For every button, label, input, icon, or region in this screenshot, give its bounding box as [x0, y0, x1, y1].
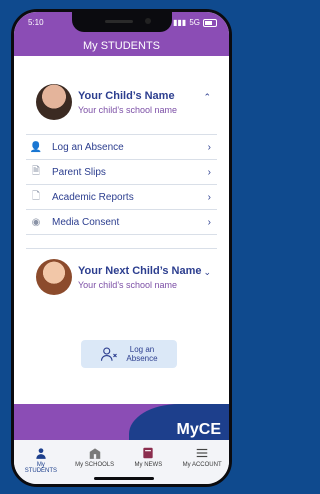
child-card: Your Child’s Name Your child’s school na…: [26, 74, 217, 235]
user-x-icon: [101, 347, 118, 361]
child-school: Your child’s school name: [78, 280, 178, 290]
menu-item-label: Academic Reports: [52, 191, 134, 203]
next-child-card[interactable]: Your Next Child’s Name Your child’s scho…: [26, 248, 217, 309]
menu-item-academic-reports[interactable]: 🗋 Academic Reports ›: [26, 185, 217, 210]
brand-name: MyCE: [176, 421, 221, 438]
user-x-icon: 👤: [29, 141, 43, 153]
news-icon: [143, 447, 154, 459]
avatar: [36, 259, 72, 295]
menu-item-label: Log an Absence: [52, 141, 124, 153]
tab-label: My NEWS: [134, 462, 163, 468]
menu-item-log-absence[interactable]: 👤 Log an Absence ›: [26, 135, 217, 160]
camera-dot-icon: [145, 18, 151, 24]
menu-item-parent-slips[interactable]: 🗎 Parent Slips ›: [26, 160, 217, 185]
chevron-right-icon: ›: [207, 141, 211, 153]
tab-my-news[interactable]: My NEWS: [128, 446, 168, 468]
chevron-up-icon[interactable]: ⌃: [203, 92, 211, 103]
tab-my-account[interactable]: My ACCOUNT: [182, 446, 222, 468]
child-header[interactable]: Your Child’s Name Your child’s school na…: [26, 74, 217, 134]
child-name: Your Child’s Name: [78, 90, 175, 102]
status-time: 5:10: [28, 18, 44, 27]
tab-label: My STUDENTS: [24, 462, 58, 474]
slip-icon: 🗎: [31, 165, 41, 177]
chevron-right-icon: ›: [207, 166, 211, 178]
child-menu: 👤 Log an Absence › 🗎 Parent Slips › 🗋 Ac…: [26, 134, 217, 235]
child-name: Your Next Child’s Name: [78, 265, 202, 277]
phone-notch: [72, 12, 172, 32]
page-title: My STUDENTS: [83, 40, 160, 52]
tab-my-schools[interactable]: My SCHOOLS: [75, 446, 115, 468]
speaker-icon: [105, 20, 133, 23]
camera-icon: ◉: [31, 216, 41, 228]
chevron-right-icon: ›: [207, 191, 211, 203]
network-label: 5G: [189, 18, 200, 27]
chevron-right-icon: ›: [207, 216, 211, 228]
home-indicator: [94, 477, 154, 480]
menu-item-media-consent[interactable]: ◉ Media Consent ›: [26, 210, 217, 235]
tab-my-students[interactable]: My STUDENTS: [21, 446, 61, 474]
chevron-down-icon[interactable]: ⌄: [203, 267, 211, 278]
menu-icon: [196, 448, 208, 458]
signal-icon: ▮▮▮: [173, 18, 187, 27]
log-absence-button[interactable]: Log an Absence: [81, 340, 177, 368]
school-icon: [89, 448, 100, 459]
tab-label: My ACCOUNT: [182, 462, 222, 468]
menu-item-label: Parent Slips: [52, 166, 106, 178]
report-icon: 🗋: [31, 190, 41, 202]
menu-item-label: Media Consent: [52, 216, 120, 228]
person-icon: [36, 448, 46, 459]
battery-icon: [203, 18, 217, 27]
child-school: Your child’s school name: [78, 105, 178, 115]
status-icons: ▮▮▮ 5G: [173, 18, 217, 27]
tab-label: My SCHOOLS: [75, 462, 115, 468]
avatar: [36, 84, 72, 120]
log-absence-label: Log an Absence: [126, 345, 158, 363]
phone-frame: 5:10 ▮▮▮ 5G My STUDENTS Your Child’s Nam…: [11, 9, 232, 487]
